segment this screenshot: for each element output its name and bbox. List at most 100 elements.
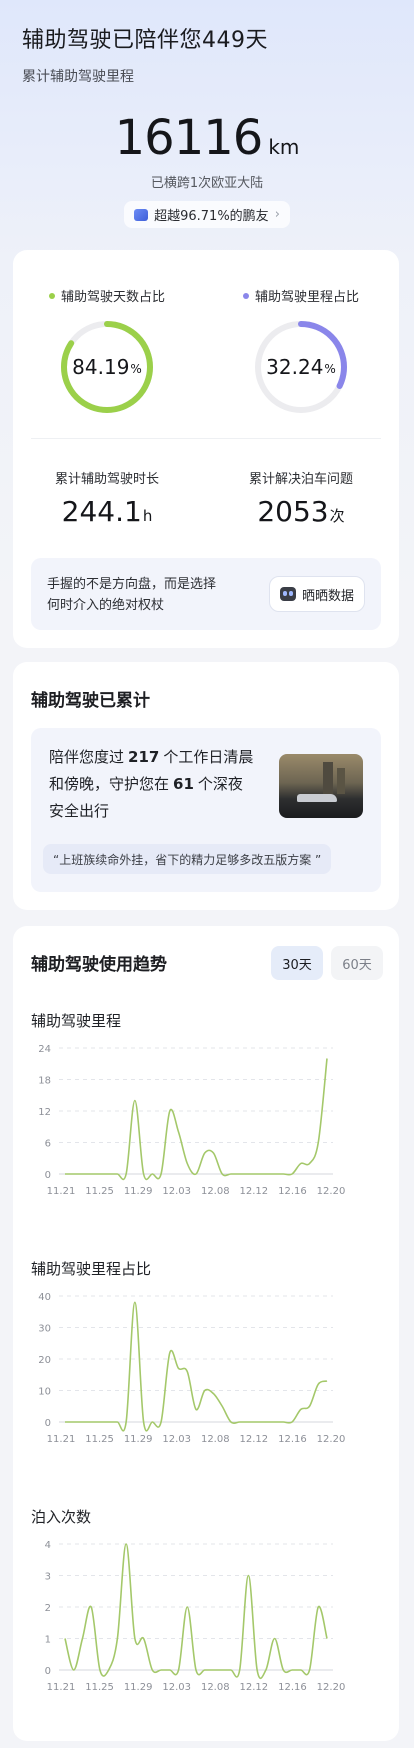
car-city-image (279, 754, 363, 818)
x-tick-label: 11.29 (124, 1434, 153, 1445)
duration-stat: 累计辅助驾驶时长 244.1h (17, 468, 197, 528)
page-title: 辅助驾驶已陪伴您449天 (22, 28, 268, 53)
duration-value: 244.1 (61, 495, 142, 528)
x-tick-label: 11.25 (85, 1434, 114, 1445)
days-ratio-unit: % (130, 362, 142, 376)
parking-unit: 次 (329, 507, 345, 525)
x-tick-label: 11.25 (85, 1682, 114, 1693)
days-ratio-value: 84.19 (72, 355, 130, 379)
x-tick-label: 11.21 (47, 1682, 76, 1693)
story-line1-a: 陪伴您度过 (49, 748, 125, 766)
series-line (65, 1058, 328, 1181)
building-shape (323, 762, 333, 794)
y-tick-label: 6 (45, 1139, 51, 1150)
mileage-ratio-unit: % (324, 362, 336, 376)
y-tick-label: 3 (45, 1572, 51, 1583)
tab-60-days[interactable]: 60天 (331, 946, 383, 980)
x-tick-label: 12.08 (201, 1682, 230, 1693)
duration-label: 累计辅助驾驶时长 (54, 472, 159, 487)
quote-bubble: “上班族续命外挂，省下的精力足够多改五版方案 ” (43, 844, 332, 874)
mileage-ratio-value: 32.24 (266, 355, 324, 379)
robot-icon (279, 587, 296, 601)
x-tick-label: 12.16 (278, 1434, 307, 1445)
x-tick-label: 12.20 (317, 1434, 346, 1445)
chart-title-mileage-ratio: 辅助驾驶里程占比 (31, 1260, 152, 1278)
summary-card: 辅助驾驶天数占比 84.19% 辅助驾驶里程占比 32.24% 累计辅助驾驶时长… (13, 250, 399, 648)
x-tick-label: 12.12 (240, 1434, 269, 1445)
parking-value: 2053 (257, 495, 329, 528)
x-tick-label: 12.12 (240, 1186, 269, 1197)
accumulated-story: 陪伴您度过 217 个工作日清晨 和傍晚，守护您在 61 个深夜 安全出行 “上班族续命… (31, 728, 381, 892)
accumulated-title: 辅助驾驶已累计 (31, 691, 150, 711)
nights-count: 61 (173, 775, 194, 793)
mileage-line-chart: 0 6 12 18 24 11.21 11.25 11.29 12.03 12.08 12.12 12… (38, 1044, 346, 1197)
x-tick-label: 12.20 (317, 1682, 346, 1693)
tab-30-days[interactable]: 30天 (271, 946, 323, 980)
building-shape (337, 768, 345, 794)
x-tick-label: 11.21 (47, 1186, 76, 1197)
ranking-badge[interactable]: 超越96.71%的鹏友 › (124, 201, 290, 228)
total-mileage-desc: 已横跨1次欧亚大陆 (150, 176, 264, 191)
chevron-right-icon: › (274, 207, 280, 222)
trend-title: 辅助驾驶使用趋势 (31, 955, 167, 975)
y-tick-label: 4 (45, 1540, 51, 1551)
total-mileage: 16116 km 已横跨1次欧亚大陆 超越96.71%的鹏友 › (0, 110, 414, 228)
share-text-line-2: 何时介入的绝对权杖 (47, 598, 165, 613)
y-tick-label: 40 (38, 1292, 51, 1303)
x-tick-label: 11.29 (124, 1682, 153, 1693)
y-tick-label: 0 (45, 1666, 51, 1677)
mileage-ratio-label: 辅助驾驶里程占比 (254, 290, 359, 305)
series-line (65, 1301, 328, 1432)
y-tick-label: 1 (45, 1635, 51, 1646)
days-ratio-label: 辅助驾驶天数占比 (60, 290, 165, 305)
ranking-text: 超越96.71%的鹏友 (154, 209, 269, 224)
parking-count-line-chart: 0 1 2 3 4 11.21 11.25 11.29 12.03 12.08 12.12 12.16… (45, 1540, 346, 1693)
y-tick-label: 20 (38, 1355, 51, 1366)
page-subtitle: 累计辅助驾驶里程 (22, 69, 134, 85)
mileage-ratio: 辅助驾驶里程占比 32.24% (211, 286, 391, 415)
y-tick-label: 30 (38, 1324, 51, 1335)
x-tick-label: 12.03 (162, 1434, 191, 1445)
y-tick-label: 0 (45, 1418, 51, 1429)
parking-label: 累计解决泊车问题 (248, 472, 353, 487)
accumulated-card: 辅助驾驶已累计 陪伴您度过 217 个工作日清晨 和傍晚，守护您在 61 个深夜 安全出… (13, 662, 399, 910)
story-line1-b: 个工作日清晨 (163, 748, 254, 766)
green-dot-icon (48, 292, 55, 299)
purple-dot-icon (242, 292, 249, 299)
x-tick-label: 12.03 (162, 1186, 191, 1197)
share-data-button[interactable]: 晒晒数据 (269, 576, 365, 612)
x-tick-label: 12.08 (201, 1186, 230, 1197)
total-mileage-unit: km (268, 135, 300, 159)
story-text: 陪伴您度过 217 个工作日清晨 和傍晚，守护您在 61 个深夜 安全出行 (49, 744, 259, 825)
share-text-line-1: 手握的不是方向盘，而是选择 (47, 577, 217, 592)
share-data-label: 晒晒数据 (301, 588, 354, 604)
parking-stat: 累计解决泊车问题 2053次 (211, 468, 391, 528)
x-tick-label: 12.20 (317, 1186, 346, 1197)
chart-badge-icon (134, 208, 149, 221)
y-tick-label: 10 (38, 1387, 51, 1398)
divider (31, 438, 381, 439)
y-tick-label: 24 (38, 1044, 51, 1055)
y-tick-label: 0 (45, 1170, 51, 1181)
total-mileage-value: 16116 (114, 110, 264, 166)
series-line (64, 1543, 328, 1680)
mileage-ratio-line-chart: 0 10 20 30 40 11.21 11.25 11.29 12.03 12.08 12.12 1… (38, 1292, 346, 1445)
x-tick-label: 11.21 (47, 1434, 76, 1445)
x-tick-label: 12.16 (278, 1186, 307, 1197)
story-line2-b: 个深夜 (197, 775, 243, 793)
y-tick-label: 2 (45, 1603, 51, 1614)
chart-title-mileage: 辅助驾驶里程 (31, 1012, 122, 1030)
page-header: 辅助驾驶已陪伴您449天 累计辅助驾驶里程 (22, 22, 268, 86)
x-tick-label: 12.03 (162, 1682, 191, 1693)
story-line3: 安全出行 (49, 802, 110, 820)
x-tick-label: 11.25 (85, 1186, 114, 1197)
x-tick-label: 12.08 (201, 1434, 230, 1445)
days-ratio-ring: 84.19% (59, 319, 155, 415)
x-tick-label: 12.16 (278, 1682, 307, 1693)
chart-title-parking-count: 泊入次数 (31, 1508, 92, 1526)
x-tick-label: 11.29 (124, 1186, 153, 1197)
y-tick-label: 12 (38, 1107, 51, 1118)
days-ratio: 辅助驾驶天数占比 84.19% (17, 286, 197, 415)
trend-card: 辅助驾驶使用趋势 30天 60天 辅助驾驶里程 0 6 12 18 24 11.21 11.… (13, 926, 399, 1741)
y-tick-label: 18 (38, 1076, 51, 1087)
